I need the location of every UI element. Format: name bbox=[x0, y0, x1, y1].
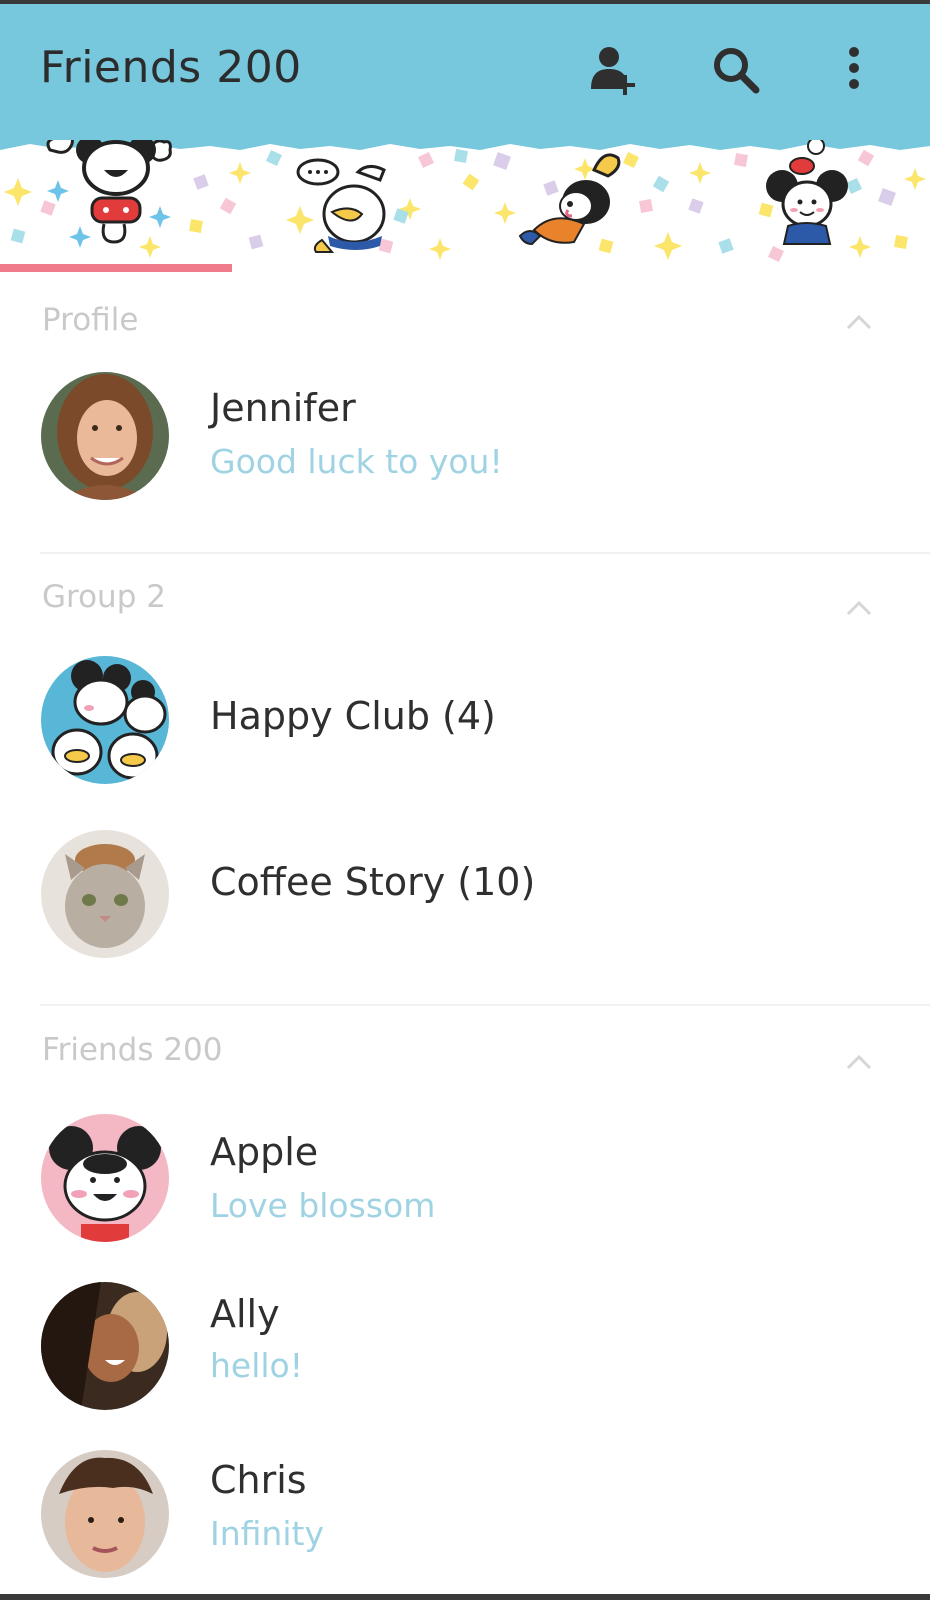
chevron-up-icon[interactable] bbox=[846, 600, 872, 616]
chevron-up-icon[interactable] bbox=[846, 314, 872, 330]
more-vertical-icon[interactable] bbox=[826, 42, 882, 98]
avatar bbox=[41, 1114, 169, 1242]
friend-status: Love blossom bbox=[210, 1186, 436, 1225]
sticker-tab-bar bbox=[0, 140, 930, 270]
avatar bbox=[41, 656, 169, 784]
section-title-groups: Group 2 bbox=[42, 579, 166, 615]
avatar bbox=[41, 1282, 169, 1410]
friend-name: Ally bbox=[210, 1292, 280, 1336]
add-friend-icon[interactable] bbox=[586, 42, 642, 98]
group-row[interactable]: Coffee Story (10) bbox=[0, 818, 930, 968]
minnie-sticker-tab[interactable] bbox=[696, 140, 928, 270]
mickey-sticker-tab[interactable] bbox=[0, 140, 232, 270]
chevron-up-icon[interactable] bbox=[846, 1054, 872, 1070]
friend-row[interactable]: Chris Infinity bbox=[0, 1438, 930, 1588]
divider bbox=[40, 1004, 930, 1006]
goofy-sticker-tab[interactable] bbox=[464, 140, 696, 270]
page-title: Friends 200 bbox=[40, 42, 302, 93]
search-icon[interactable] bbox=[708, 42, 764, 98]
friend-name: Chris bbox=[210, 1458, 307, 1502]
avatar bbox=[41, 372, 169, 500]
section-title-friends: Friends 200 bbox=[42, 1032, 223, 1068]
group-name: Coffee Story (10) bbox=[210, 860, 536, 904]
group-row[interactable]: Happy Club (4) bbox=[0, 652, 930, 802]
friend-status: Infinity bbox=[210, 1514, 324, 1553]
friend-row[interactable]: Apple Love blossom bbox=[0, 1104, 930, 1254]
avatar bbox=[41, 1450, 169, 1578]
donald-sticker-tab[interactable] bbox=[232, 140, 464, 270]
avatar bbox=[41, 830, 169, 958]
active-tab-indicator bbox=[0, 264, 232, 272]
friend-name: Apple bbox=[210, 1130, 319, 1174]
profile-name: Jennifer bbox=[210, 386, 356, 430]
group-name: Happy Club (4) bbox=[210, 694, 496, 738]
friend-row[interactable]: Ally hello! bbox=[0, 1272, 930, 1422]
bottom-edge bbox=[0, 1594, 930, 1600]
divider bbox=[40, 552, 930, 554]
app-header: Friends 200 bbox=[0, 4, 930, 140]
profile-status: Good luck to you! bbox=[210, 442, 503, 481]
section-title-profile: Profile bbox=[42, 302, 139, 338]
friend-status: hello! bbox=[210, 1346, 303, 1385]
profile-row[interactable]: Jennifer Good luck to you! bbox=[0, 366, 930, 516]
